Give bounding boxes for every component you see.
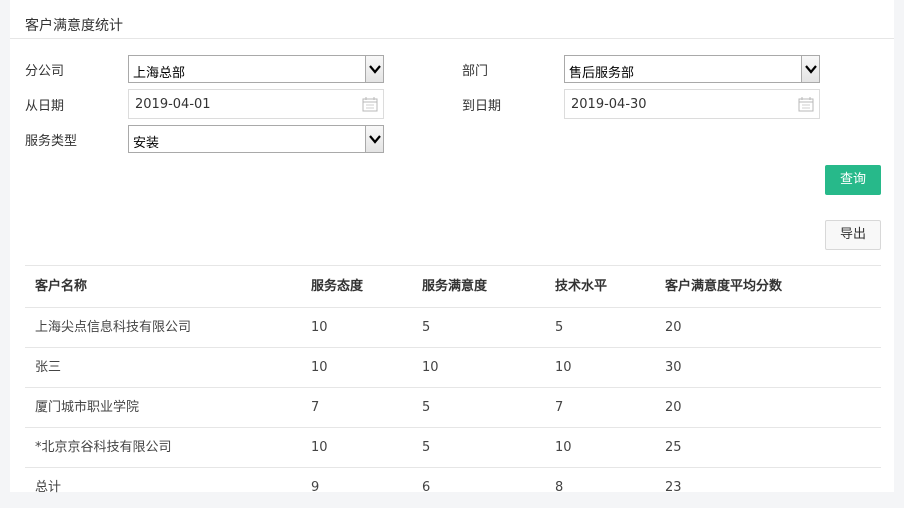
table-row: 上海尖点信息科技有限公司 10 5 5 20 <box>25 307 881 347</box>
cell-customer-name: 上海尖点信息科技有限公司 <box>35 320 192 335</box>
dept-label: 部门 <box>462 64 489 79</box>
main-panel: 客户满意度统计 分公司 上海总部 部门 售后服务部 从日期 2019-04-01… <box>10 0 894 495</box>
cell-average-score: 23 <box>665 480 682 495</box>
cell-service-attitude: 10 <box>311 360 328 375</box>
to-date-input[interactable]: 2019-04-30 <box>564 89 820 119</box>
calendar-icon[interactable] <box>362 97 378 116</box>
dept-value: 售后服务部 <box>569 66 635 81</box>
to-date-label: 到日期 <box>462 99 502 114</box>
cell-average-score: 30 <box>665 360 682 375</box>
table-row: 厦门城市职业学院 7 5 7 20 <box>25 387 881 427</box>
cell-service-satisfaction: 5 <box>422 400 431 415</box>
branch-select[interactable]: 上海总部 <box>128 55 384 83</box>
cell-technical-level: 5 <box>555 320 564 335</box>
service-type-select[interactable]: 安装 <box>128 125 384 153</box>
to-date-value: 2019-04-30 <box>571 97 647 112</box>
cell-service-satisfaction: 10 <box>422 360 439 375</box>
calendar-icon[interactable] <box>798 97 814 116</box>
cell-total-label: 总计 <box>35 480 62 495</box>
cell-service-attitude: 10 <box>311 440 328 455</box>
header-average-score: 客户满意度平均分数 <box>665 279 783 294</box>
table-total-row: 总计 9 6 8 23 <box>25 467 881 507</box>
cell-service-satisfaction: 6 <box>422 480 431 495</box>
chevron-down-icon[interactable] <box>365 56 383 82</box>
page-title: 客户满意度统计 <box>25 18 123 34</box>
cell-technical-level: 7 <box>555 400 564 415</box>
cell-customer-name: 张三 <box>35 360 62 375</box>
cell-customer-name: *北京京谷科技有限公司 <box>35 440 172 455</box>
cell-technical-level: 8 <box>555 480 564 495</box>
cell-average-score: 25 <box>665 440 682 455</box>
header-customer-name: 客户名称 <box>35 279 88 294</box>
export-button[interactable]: 导出 <box>825 220 881 250</box>
header-service-attitude: 服务态度 <box>311 279 364 294</box>
chevron-down-icon[interactable] <box>365 126 383 152</box>
cell-average-score: 20 <box>665 400 682 415</box>
query-button[interactable]: 查询 <box>825 165 881 195</box>
cell-service-attitude: 7 <box>311 400 320 415</box>
chevron-down-icon[interactable] <box>801 56 819 82</box>
title-bar: 客户满意度统计 <box>10 0 894 39</box>
cell-technical-level: 10 <box>555 360 572 375</box>
service-type-label: 服务类型 <box>25 134 78 149</box>
from-date-value: 2019-04-01 <box>135 97 211 112</box>
header-service-satisfaction: 服务满意度 <box>422 279 488 294</box>
from-date-input[interactable]: 2019-04-01 <box>128 89 384 119</box>
table-row: 张三 10 10 10 30 <box>25 347 881 387</box>
service-type-value: 安装 <box>133 136 160 151</box>
branch-value: 上海总部 <box>133 66 186 81</box>
table-header-row: 客户名称 服务态度 服务满意度 技术水平 客户满意度平均分数 <box>25 265 881 307</box>
dept-select[interactable]: 售后服务部 <box>564 55 820 83</box>
from-date-label: 从日期 <box>25 99 65 114</box>
cell-technical-level: 10 <box>555 440 572 455</box>
cell-service-satisfaction: 5 <box>422 320 431 335</box>
cell-service-satisfaction: 5 <box>422 440 431 455</box>
header-technical-level: 技术水平 <box>555 279 608 294</box>
cell-service-attitude: 10 <box>311 320 328 335</box>
branch-label: 分公司 <box>25 64 65 79</box>
cell-service-attitude: 9 <box>311 480 320 495</box>
cell-customer-name: 厦门城市职业学院 <box>35 400 140 415</box>
table-row: *北京京谷科技有限公司 10 5 10 25 <box>25 427 881 467</box>
cell-average-score: 20 <box>665 320 682 335</box>
satisfaction-table: 客户名称 服务态度 服务满意度 技术水平 客户满意度平均分数 上海尖点信息科技有… <box>25 265 881 507</box>
